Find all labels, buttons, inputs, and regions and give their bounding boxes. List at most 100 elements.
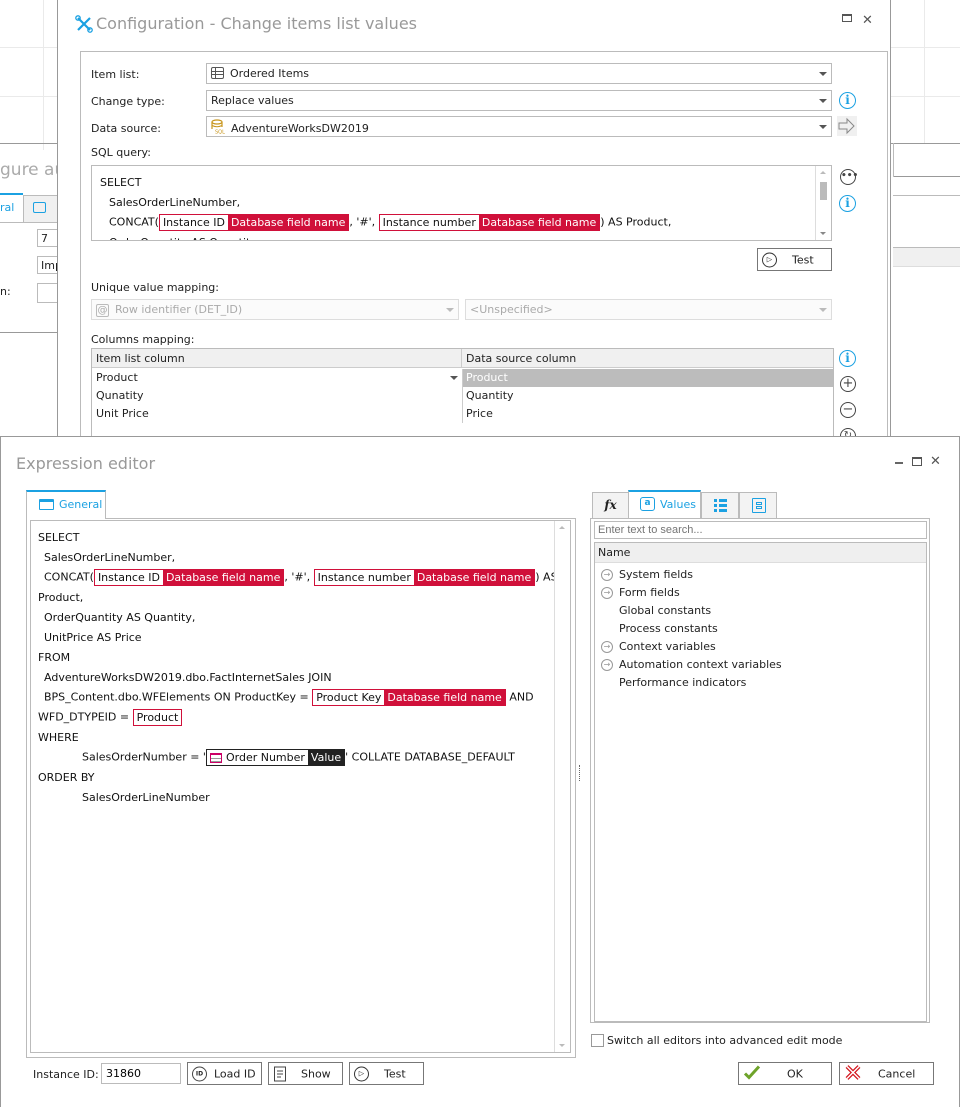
tab-values[interactable]: a Values	[628, 490, 701, 519]
grid-cell[interactable]: Quantity	[462, 387, 518, 405]
tree-item[interactable]: → Context variables	[601, 640, 716, 653]
column-header[interactable]: Item list column	[92, 349, 462, 368]
svg-text:SQL: SQL	[215, 130, 225, 135]
sql-database-icon: SQL	[211, 119, 225, 137]
chevron-down-icon	[819, 125, 827, 129]
splitter-handle[interactable]	[579, 765, 580, 781]
scroll-down-icon[interactable]	[820, 232, 826, 235]
grid-cell[interactable]: Unit Price	[92, 405, 153, 423]
tab-list-view[interactable]	[701, 492, 739, 518]
grid-line	[891, 96, 960, 97]
unique-mapping-right-select[interactable]: <Unspecified>	[465, 299, 832, 320]
add-icon[interactable]: +	[840, 376, 856, 392]
tab-label: General	[59, 498, 103, 511]
tree-item[interactable]: Process constants	[601, 622, 718, 635]
info-icon[interactable]: i	[839, 92, 856, 109]
background-field-2[interactable]: Imp	[37, 256, 62, 274]
arrow-right-icon	[838, 117, 855, 135]
background-field-3[interactable]	[37, 283, 59, 303]
expand-arrow-icon[interactable]: →	[601, 569, 613, 581]
tree-item-label: System fields	[619, 568, 693, 581]
tools-icon	[75, 15, 93, 36]
variable-token[interactable]: Order Number Value	[205, 749, 346, 766]
unique-mapping-left-select[interactable]: @ Row identifier (DET_ID)	[91, 299, 459, 320]
data-source-select[interactable]: SQL AdventureWorksDW2019	[206, 116, 832, 137]
code-text: , '#',	[349, 215, 379, 229]
token-value: Database field name	[478, 215, 600, 230]
load-id-button[interactable]: ID Load ID	[187, 1062, 262, 1085]
tree-item-label: Context variables	[619, 640, 716, 653]
more-options-icon[interactable]: •••	[840, 169, 858, 185]
expand-arrow-icon[interactable]: →	[601, 641, 613, 653]
expand-arrow-icon[interactable]: →	[601, 587, 613, 599]
expression-code-editor[interactable]: SELECT SalesOrderLineNumber, CONCAT(Inst…	[30, 520, 571, 1053]
column-header[interactable]: Data source column	[462, 349, 833, 368]
close-button[interactable]: ✕	[930, 454, 941, 469]
expand-arrow-icon[interactable]: →	[601, 659, 613, 671]
advanced-mode-label[interactable]: Switch all editors into advanced edit mo…	[607, 1034, 842, 1047]
change-type-select[interactable]: Replace values	[206, 90, 832, 111]
play-icon: ▷	[762, 252, 777, 267]
token-name: Instance ID	[97, 571, 160, 584]
variable-token[interactable]: Instance number Database field name	[378, 214, 601, 231]
grid-cell[interactable]: Product	[92, 369, 462, 387]
token-name: Instance ID	[162, 216, 225, 229]
checkmark-icon	[743, 1064, 761, 1083]
variable-token[interactable]: Product Key Database field name	[312, 689, 506, 706]
maximize-button[interactable]	[842, 14, 852, 22]
tree-item[interactable]: Performance indicators	[601, 676, 746, 689]
close-button[interactable]: ✕	[862, 13, 873, 28]
info-icon[interactable]: i	[839, 195, 856, 212]
background-field-1[interactable]: 7	[37, 229, 59, 247]
minimize-button[interactable]	[895, 462, 903, 464]
variable-token[interactable]: Instance ID Database field name	[93, 569, 285, 586]
tab-bracket-view[interactable]	[739, 492, 777, 518]
grid-cell[interactable]: Qunatity	[92, 387, 148, 405]
function-icon: fx	[604, 498, 617, 512]
code-line: SELECT	[38, 531, 80, 544]
instance-id-input[interactable]	[101, 1063, 181, 1084]
variable-token[interactable]: Instance ID Database field name	[158, 214, 350, 231]
tree-item[interactable]: → Form fields	[601, 586, 680, 599]
background-right-panel	[890, 0, 960, 440]
variable-token[interactable]: Product	[132, 709, 183, 726]
token-value: Value	[307, 750, 345, 765]
item-list-select[interactable]: Ordered Items	[206, 63, 832, 84]
test-button[interactable]: ▷ Test	[349, 1062, 424, 1085]
sql-query-editor[interactable]: SELECT SalesOrderLineNumber, CONCAT(Inst…	[91, 165, 832, 241]
scroll-thumb[interactable]	[820, 182, 827, 200]
grid-cell[interactable]: Price	[462, 405, 497, 423]
code-line: SalesOrderNumber = ' Order Number Value ' C…	[82, 749, 515, 766]
tree-item[interactable]: → Automation context variables	[601, 658, 782, 671]
ok-button[interactable]: OK	[738, 1062, 832, 1085]
tab-functions[interactable]: fx	[592, 492, 629, 518]
code-text: SalesOrderNumber = '	[82, 750, 206, 764]
info-icon[interactable]: i	[839, 350, 856, 367]
cancel-x-icon	[844, 1063, 862, 1084]
chevron-down-icon[interactable]	[450, 376, 458, 380]
variable-token[interactable]: Instance number Database field name	[313, 569, 536, 586]
tab-general[interactable]: General	[26, 490, 106, 519]
scroll-up-icon[interactable]	[820, 171, 826, 174]
tree-item[interactable]: → System fields	[601, 568, 693, 581]
divider	[0, 143, 57, 144]
show-button[interactable]: Show	[268, 1062, 343, 1085]
test-query-button[interactable]: ▷ Test	[757, 248, 832, 271]
remove-icon[interactable]: −	[840, 402, 856, 418]
at-sign-icon: @	[96, 303, 109, 317]
tree-item[interactable]: Global constants	[601, 604, 711, 617]
scroll-down-icon[interactable]	[559, 1044, 565, 1047]
maximize-button[interactable]	[912, 457, 922, 466]
background-tab-2[interactable]	[23, 195, 58, 223]
scroll-up-icon[interactable]	[559, 526, 565, 529]
navigate-button[interactable]	[837, 116, 857, 136]
background-tab-general[interactable]: ral	[0, 193, 23, 218]
grid-cell-selected[interactable]: Product	[462, 369, 833, 387]
tree-header-name[interactable]: Name	[595, 543, 926, 563]
document-icon	[274, 1066, 286, 1081]
search-input[interactable]	[594, 521, 927, 539]
code-scrollbar[interactable]	[554, 521, 570, 1052]
advanced-mode-checkbox[interactable]	[591, 1034, 604, 1047]
sql-scrollbar[interactable]	[815, 166, 831, 240]
cancel-button[interactable]: Cancel	[839, 1062, 934, 1085]
